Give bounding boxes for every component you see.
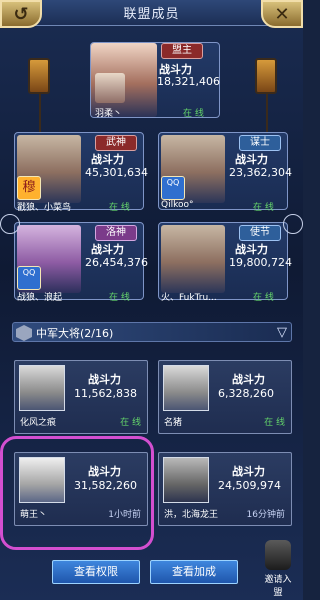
officer-name: 火、FukTru... xyxy=(161,293,217,303)
officer-power-value: 23,362,304 xyxy=(229,166,292,179)
chevron-down-icon[interactable]: ▽ xyxy=(277,325,287,340)
qq-icon: QQ xyxy=(17,266,41,290)
invite-button[interactable]: 邀请入盟 xyxy=(261,540,295,598)
officer-card[interactable]: 洛神 战斗力 26,454,376 QQ 战狼、浪起 在 线 xyxy=(14,222,148,303)
officer-power-value: 26,454,376 xyxy=(85,256,148,269)
leader-name: 羽柔丶 xyxy=(95,109,123,119)
officer-status: 在 线 xyxy=(109,203,130,213)
member-name: 化风之痕 xyxy=(20,418,57,428)
officer-power-label: 战斗力 xyxy=(235,243,268,256)
section-header[interactable]: 中军大将(2/16) ▽ xyxy=(12,322,292,342)
member-name: 洪，北海龙王 xyxy=(164,510,219,520)
member-portrait xyxy=(163,457,209,503)
officer-status: 在 线 xyxy=(253,203,274,213)
qq-icon: QQ xyxy=(161,176,185,200)
section-title: 中军大将(2/16) xyxy=(36,327,114,340)
page-title: 联盟成员 xyxy=(123,7,180,22)
lantern-right-icon xyxy=(255,58,277,139)
officer-card[interactable]: 使节 战斗力 19,800,724 火、FukTru... 在 线 xyxy=(158,222,292,303)
member-status: 在 线 xyxy=(120,418,141,428)
selection-highlight xyxy=(0,436,154,550)
invite-icon xyxy=(265,540,291,570)
officer-status: 在 线 xyxy=(253,293,274,303)
officer-portrait xyxy=(161,225,225,293)
officer-role-badge: 谋士 xyxy=(239,135,281,151)
leader-role-badge: 盟主 xyxy=(161,43,203,59)
member-status: 16分钟前 xyxy=(246,510,285,520)
guild-emblem-icon: 穆 xyxy=(17,176,41,200)
member-name: 名猪 xyxy=(164,418,183,428)
officer-role-badge: 使节 xyxy=(239,225,281,241)
officer-name: 戳狼、小菜鸟 xyxy=(17,203,72,213)
leader-power-value: 18,321,406 xyxy=(157,75,220,88)
leader-avatar xyxy=(95,73,125,103)
officer-power-label: 战斗力 xyxy=(91,243,124,256)
invite-label: 邀请入盟 xyxy=(264,575,292,598)
view-permissions-button[interactable]: 查看权限 xyxy=(52,560,140,584)
member-power-label: 战斗力 xyxy=(88,373,121,386)
member-status: 在 线 xyxy=(264,418,285,428)
officer-card[interactable]: 武神 战斗力 45,301,634 穆 戳狼、小菜鸟 在 线 xyxy=(14,132,148,213)
member-power-label: 战斗力 xyxy=(232,373,265,386)
member-power-value: 6,328,260 xyxy=(218,387,274,400)
officer-name: 战狼、浪起 xyxy=(17,293,63,303)
member-portrait xyxy=(19,365,65,411)
lantern-left-icon xyxy=(28,58,50,139)
member-power-label: 战斗力 xyxy=(232,465,265,478)
officer-power-label: 战斗力 xyxy=(235,153,268,166)
officer-role-badge: 武神 xyxy=(95,135,137,151)
rank-shield-icon xyxy=(16,325,32,341)
member-power-value: 24,509,974 xyxy=(218,479,281,492)
officer-role-badge: 洛神 xyxy=(95,225,137,241)
leader-status: 在 线 xyxy=(183,109,204,119)
member-portrait xyxy=(163,365,209,411)
leader-card[interactable]: 盟主 战斗力 18,321,406 羽柔丶 在 线 xyxy=(90,42,220,119)
member-card[interactable]: 战斗力 6,328,260 名猪 在 线 xyxy=(158,360,292,434)
view-bonus-button[interactable]: 查看加成 xyxy=(150,560,238,584)
officer-power-value: 19,800,724 xyxy=(229,256,292,269)
officer-status: 在 线 xyxy=(109,293,130,303)
member-card[interactable]: 战斗力 11,562,838 化风之痕 在 线 xyxy=(14,360,148,434)
member-card[interactable]: 战斗力 24,509,974 洪，北海龙王 16分钟前 xyxy=(158,452,292,526)
officer-power-label: 战斗力 xyxy=(91,153,124,166)
member-power-value: 11,562,838 xyxy=(74,387,137,400)
divider-ornament-icon xyxy=(0,214,20,234)
officer-power-value: 45,301,634 xyxy=(85,166,148,179)
officer-card[interactable]: 谋士 战斗力 23,362,304 QQ Qilkoo° 在 线 xyxy=(158,132,292,213)
officer-name: Qilkoo° xyxy=(161,200,194,210)
divider-ornament-icon xyxy=(283,214,303,234)
